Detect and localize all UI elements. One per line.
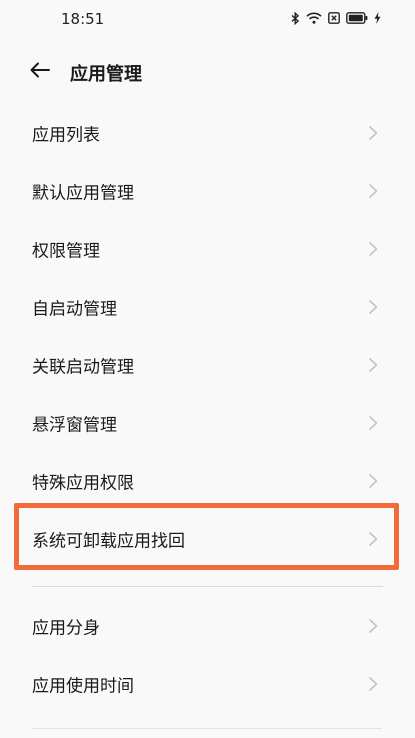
menu-item-linked-start[interactable]: 关联启动管理 bbox=[0, 336, 415, 394]
menu-item-floating-window[interactable]: 悬浮窗管理 bbox=[0, 394, 415, 452]
menu-item-default-apps[interactable]: 默认应用管理 bbox=[0, 162, 415, 220]
wifi-icon bbox=[306, 12, 322, 24]
menu-item-app-clone[interactable]: 应用分身 bbox=[0, 597, 415, 655]
menu-item-label: 系统可卸载应用找回 bbox=[32, 531, 185, 552]
bottom-divider bbox=[32, 728, 382, 729]
chevron-right-icon bbox=[368, 241, 378, 257]
chevron-right-icon bbox=[368, 183, 378, 199]
chevron-right-icon bbox=[368, 676, 378, 692]
chevron-right-icon bbox=[368, 299, 378, 315]
chevron-right-icon bbox=[368, 125, 378, 141]
menu-item-recover-system-apps[interactable]: 系统可卸载应用找回 bbox=[0, 510, 415, 568]
settings-menu: 应用列表 默认应用管理 权限管理 自启动管理 关联启动管理 悬浮窗管理 特殊应用… bbox=[0, 104, 415, 713]
chevron-right-icon bbox=[368, 357, 378, 373]
battery-icon bbox=[346, 12, 368, 24]
charging-icon bbox=[374, 12, 381, 24]
page-title: 应用管理 bbox=[70, 64, 142, 85]
chevron-right-icon bbox=[368, 531, 378, 547]
menu-item-label: 权限管理 bbox=[32, 241, 100, 262]
menu-item-label: 悬浮窗管理 bbox=[32, 415, 117, 436]
back-arrow-icon bbox=[30, 62, 50, 82]
chevron-right-icon bbox=[368, 415, 378, 431]
group-divider bbox=[32, 586, 383, 587]
menu-item-app-list[interactable]: 应用列表 bbox=[0, 104, 415, 162]
header: 应用管理 bbox=[0, 52, 415, 92]
close-box-icon bbox=[328, 12, 340, 24]
menu-item-autostart[interactable]: 自启动管理 bbox=[0, 278, 415, 336]
menu-item-label: 默认应用管理 bbox=[32, 183, 134, 204]
menu-item-permissions[interactable]: 权限管理 bbox=[0, 220, 415, 278]
status-bar: 18:51 bbox=[0, 0, 415, 36]
menu-item-label: 自启动管理 bbox=[32, 299, 117, 320]
status-icons bbox=[291, 10, 381, 26]
menu-item-label: 应用分身 bbox=[32, 618, 100, 639]
chevron-right-icon bbox=[368, 473, 378, 489]
menu-item-label: 应用列表 bbox=[32, 125, 100, 146]
menu-item-special-permissions[interactable]: 特殊应用权限 bbox=[0, 452, 415, 510]
menu-item-usage-time[interactable]: 应用使用时间 bbox=[0, 655, 415, 713]
status-time: 18:51 bbox=[61, 10, 105, 28]
chevron-right-icon bbox=[368, 618, 378, 634]
menu-item-label: 关联启动管理 bbox=[32, 357, 134, 378]
menu-item-label: 特殊应用权限 bbox=[32, 473, 134, 494]
bluetooth-icon bbox=[291, 11, 300, 25]
back-button[interactable] bbox=[26, 58, 54, 86]
menu-item-label: 应用使用时间 bbox=[32, 676, 134, 697]
